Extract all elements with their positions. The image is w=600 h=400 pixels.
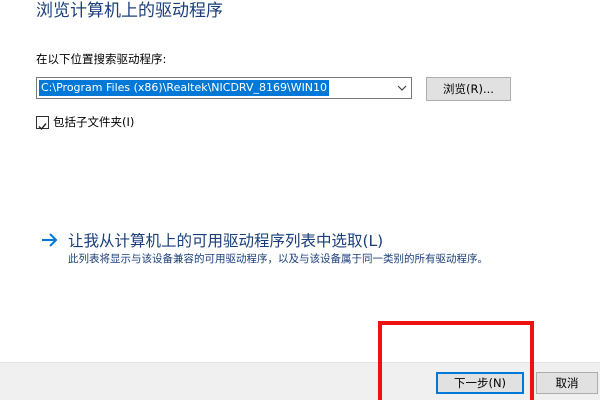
- include-subfolders-checkbox[interactable]: [36, 116, 49, 131]
- checkmark-icon: [38, 123, 47, 131]
- driver-path-value[interactable]: C:\Program Files (x86)\Realtek\NICDRV_81…: [39, 80, 330, 96]
- include-subfolders-label[interactable]: 包括子文件夹(I): [53, 114, 134, 130]
- driver-path-combobox[interactable]: C:\Program Files (x86)\Realtek\NICDRV_81…: [36, 77, 412, 99]
- pick-from-list-description: 此列表将显示与该设备兼容的可用驱动程序，以及与该设备属于同一类别的所有驱动程序。: [68, 253, 488, 265]
- arrow-right-icon[interactable]: [41, 232, 59, 248]
- browse-button[interactable]: 浏览(R)...: [426, 77, 511, 101]
- cancel-button[interactable]: 取消: [536, 372, 598, 394]
- page-title: 浏览计算机上的驱动程序: [36, 1, 223, 21]
- chevron-down-icon[interactable]: [397, 82, 407, 94]
- highlight-annotation-box: [378, 321, 534, 400]
- search-location-label: 在以下位置搜索驱动程序:: [36, 52, 167, 66]
- pick-from-list-link[interactable]: 让我从计算机上的可用驱动程序列表中选取(L): [68, 229, 383, 251]
